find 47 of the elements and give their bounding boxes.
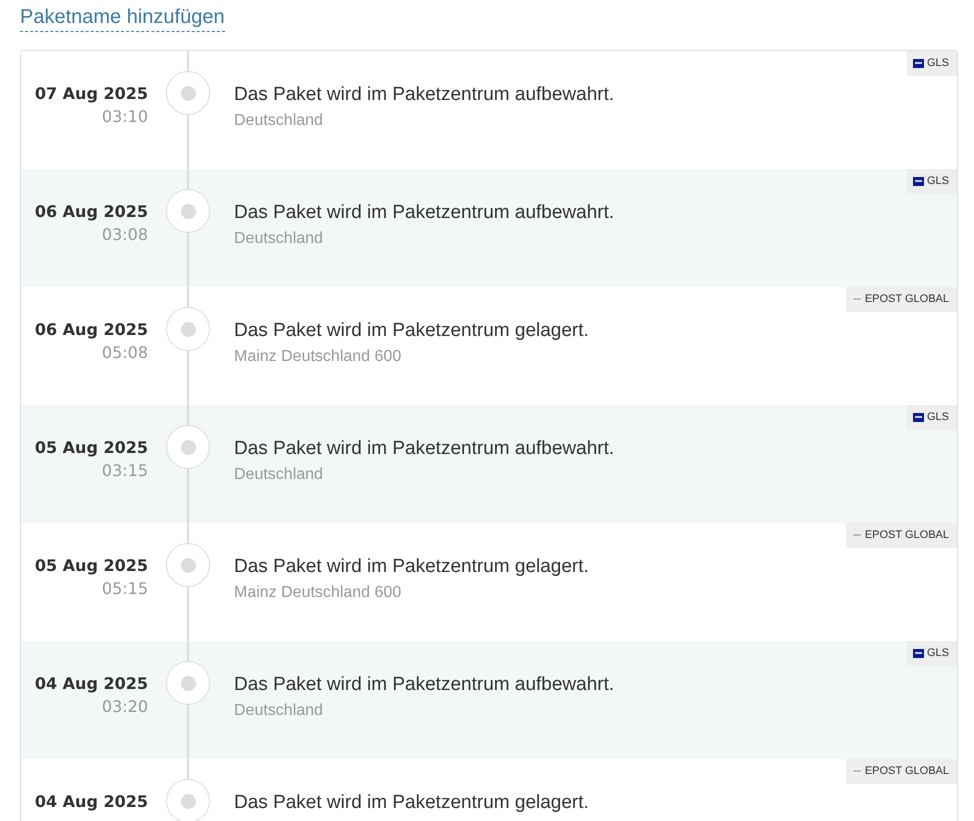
event-message: Das Paket wird im Paketzentrum aufbewahrt. [234, 84, 614, 106]
event-location: Deutschland [234, 466, 324, 484]
carrier-logo-icon [912, 58, 924, 68]
timeline-node-icon [166, 543, 210, 587]
event-date: 05 Aug 2025 [34, 556, 148, 575]
timeline-node-icon [166, 307, 210, 351]
event-date: 04 Aug 2025 [34, 674, 148, 693]
event-message: Das Paket wird im Paketzentrum aufbewahrt. [234, 202, 614, 224]
event-message: Das Paket wird im Paketzentrum aufbewahrt. [234, 674, 614, 696]
carrier-tag: EPOST GLOBAL [846, 523, 957, 548]
timeline-node-icon [166, 425, 210, 469]
carrier-tag: EPOST GLOBAL [846, 759, 957, 784]
timeline-node-icon [166, 661, 210, 705]
carrier-tag: EPOST GLOBAL [846, 287, 957, 312]
carrier-tag: GLS [906, 51, 957, 76]
event-time: 03:08 [102, 225, 148, 244]
carrier-logo-icon [852, 532, 862, 538]
timeline-node-icon [166, 71, 210, 115]
carrier-logo-icon [852, 296, 862, 302]
carrier-tag: GLS [906, 169, 957, 194]
event-time: 03:20 [102, 697, 148, 716]
event-message: Das Paket wird im Paketzentrum gelagert. [234, 320, 589, 342]
carrier-tag: GLS [906, 405, 957, 430]
carrier-tag: GLS [906, 641, 957, 666]
event-location: Mainz Deutschland 600 [234, 584, 402, 602]
carrier-logo-icon [852, 768, 862, 774]
event-date: 07 Aug 2025 [34, 84, 148, 103]
event-time: 03:10 [102, 107, 148, 126]
event-location: Deutschland [234, 112, 324, 130]
timeline-node-icon [166, 189, 210, 233]
carrier-logo-icon [912, 176, 924, 186]
event-message: Das Paket wird im Paketzentrum gelagert. [234, 556, 589, 578]
carrier-logo-icon [912, 648, 924, 658]
add-package-name-link[interactable]: Paketname hinzufügen [20, 6, 225, 32]
event-location: Mainz Deutschland 600 [234, 348, 402, 366]
event-date: 06 Aug 2025 [34, 202, 148, 221]
event-time: 05:15 [102, 579, 148, 598]
event-message: Das Paket wird im Paketzentrum gelagert. [234, 792, 589, 814]
event-date: 05 Aug 2025 [34, 438, 148, 457]
event-location: Deutschland [234, 230, 324, 248]
event-time: 05:08 [102, 343, 148, 362]
carrier-logo-icon [912, 412, 924, 422]
event-date: 04 Aug 2025 [34, 792, 148, 811]
event-location: Deutschland [234, 702, 324, 720]
event-date: 06 Aug 2025 [34, 320, 148, 339]
event-time: 03:15 [102, 461, 148, 480]
event-message: Das Paket wird im Paketzentrum aufbewahrt. [234, 438, 614, 460]
